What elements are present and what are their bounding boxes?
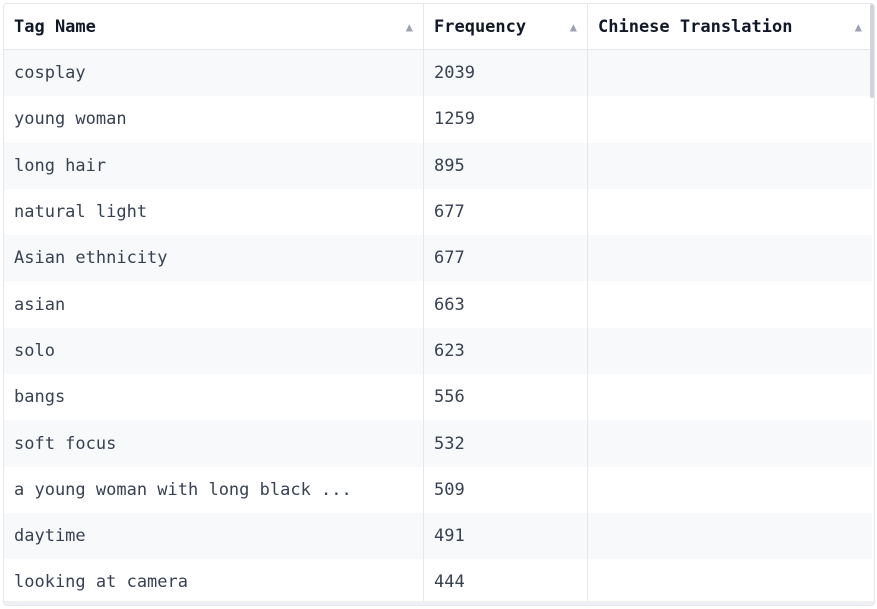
tag-name-cell[interactable]: looking at camera xyxy=(4,559,424,605)
chinese-translation-cell[interactable] xyxy=(588,467,872,513)
frequency-cell[interactable]: 532 xyxy=(424,420,588,467)
tag-name-cell[interactable]: young woman xyxy=(4,96,424,143)
table-row[interactable]: looking at camera 444 xyxy=(4,559,872,605)
frequency-cell[interactable]: 895 xyxy=(424,142,588,189)
frequency-cell[interactable]: 444 xyxy=(424,559,588,605)
chinese-translation-cell[interactable] xyxy=(588,235,872,281)
frequency-cell[interactable]: 677 xyxy=(424,235,588,282)
frequency-cell[interactable]: 663 xyxy=(424,281,588,328)
tag-name-cell[interactable]: asian xyxy=(4,281,424,328)
chinese-translation-cell[interactable] xyxy=(588,420,872,466)
tag-name-cell[interactable]: cosplay xyxy=(4,50,424,97)
column-header-chinese-translation[interactable]: Chinese Translation ▲ xyxy=(588,4,872,49)
table-header-row: Tag Name ▲ Frequency ▲ Chinese Translati… xyxy=(4,4,872,50)
chinese-translation-cell[interactable] xyxy=(588,189,872,235)
chinese-translation-cell[interactable] xyxy=(588,50,872,96)
column-header-frequency[interactable]: Frequency ▲ xyxy=(424,4,588,49)
frequency-cell[interactable]: 556 xyxy=(424,374,588,421)
table-row[interactable]: natural light 677 xyxy=(4,188,872,236)
chinese-translation-cell[interactable] xyxy=(588,96,872,142)
frequency-cell[interactable]: 1259 xyxy=(424,96,588,143)
chinese-translation-cell[interactable] xyxy=(588,559,872,605)
table-row[interactable]: daytime 491 xyxy=(4,512,872,560)
column-header-label: Tag Name xyxy=(14,16,96,37)
table-row[interactable]: soft focus 532 xyxy=(4,420,872,467)
chinese-translation-cell[interactable] xyxy=(588,374,872,420)
sort-ascending-icon[interactable]: ▲ xyxy=(406,20,413,34)
column-header-label: Frequency xyxy=(434,16,527,37)
table-row[interactable]: asian 663 xyxy=(4,281,872,328)
table-row[interactable]: Asian ethnicity 677 xyxy=(4,235,872,282)
column-header-label: Chinese Translation xyxy=(598,16,793,37)
tag-name-cell[interactable]: soft focus xyxy=(4,420,424,467)
table-row[interactable]: bangs 556 xyxy=(4,374,872,421)
frequency-cell[interactable]: 677 xyxy=(424,188,588,236)
tag-name-cell[interactable]: a young woman with long black ... xyxy=(4,466,424,513)
chinese-translation-cell[interactable] xyxy=(588,513,872,559)
table-body: cosplay 2039 young woman 1259 long hair 895 na… xyxy=(4,50,872,605)
horizontal-scrollbar-track[interactable] xyxy=(4,601,874,605)
table-row[interactable]: young woman 1259 xyxy=(4,96,872,143)
tag-name-cell[interactable]: bangs xyxy=(4,374,424,421)
chinese-translation-cell[interactable] xyxy=(588,328,872,374)
vertical-scrollbar[interactable] xyxy=(870,4,874,98)
tag-name-cell[interactable]: solo xyxy=(4,327,424,375)
sort-ascending-icon[interactable]: ▲ xyxy=(855,20,862,34)
table-row[interactable]: solo 623 xyxy=(4,327,872,375)
frequency-cell[interactable]: 2039 xyxy=(424,50,588,97)
table-grid: Tag Name ▲ Frequency ▲ Chinese Translati… xyxy=(4,4,872,605)
frequency-cell[interactable]: 509 xyxy=(424,466,588,513)
tag-name-cell[interactable]: long hair xyxy=(4,142,424,189)
table-row[interactable]: cosplay 2039 xyxy=(4,50,872,97)
tag-name-cell[interactable]: daytime xyxy=(4,512,424,560)
chinese-translation-cell[interactable] xyxy=(588,281,872,327)
chinese-translation-cell[interactable] xyxy=(588,143,872,189)
frequency-cell[interactable]: 623 xyxy=(424,327,588,375)
table-row[interactable]: long hair 895 xyxy=(4,142,872,189)
tag-name-cell[interactable]: natural light xyxy=(4,188,424,236)
table-row[interactable]: a young woman with long black ... 509 xyxy=(4,466,872,513)
tag-name-cell[interactable]: Asian ethnicity xyxy=(4,235,424,282)
frequency-cell[interactable]: 491 xyxy=(424,512,588,560)
sort-ascending-icon[interactable]: ▲ xyxy=(570,20,577,34)
column-header-tag-name[interactable]: Tag Name ▲ xyxy=(4,4,424,49)
tag-frequency-table: Tag Name ▲ Frequency ▲ Chinese Translati… xyxy=(3,3,875,606)
